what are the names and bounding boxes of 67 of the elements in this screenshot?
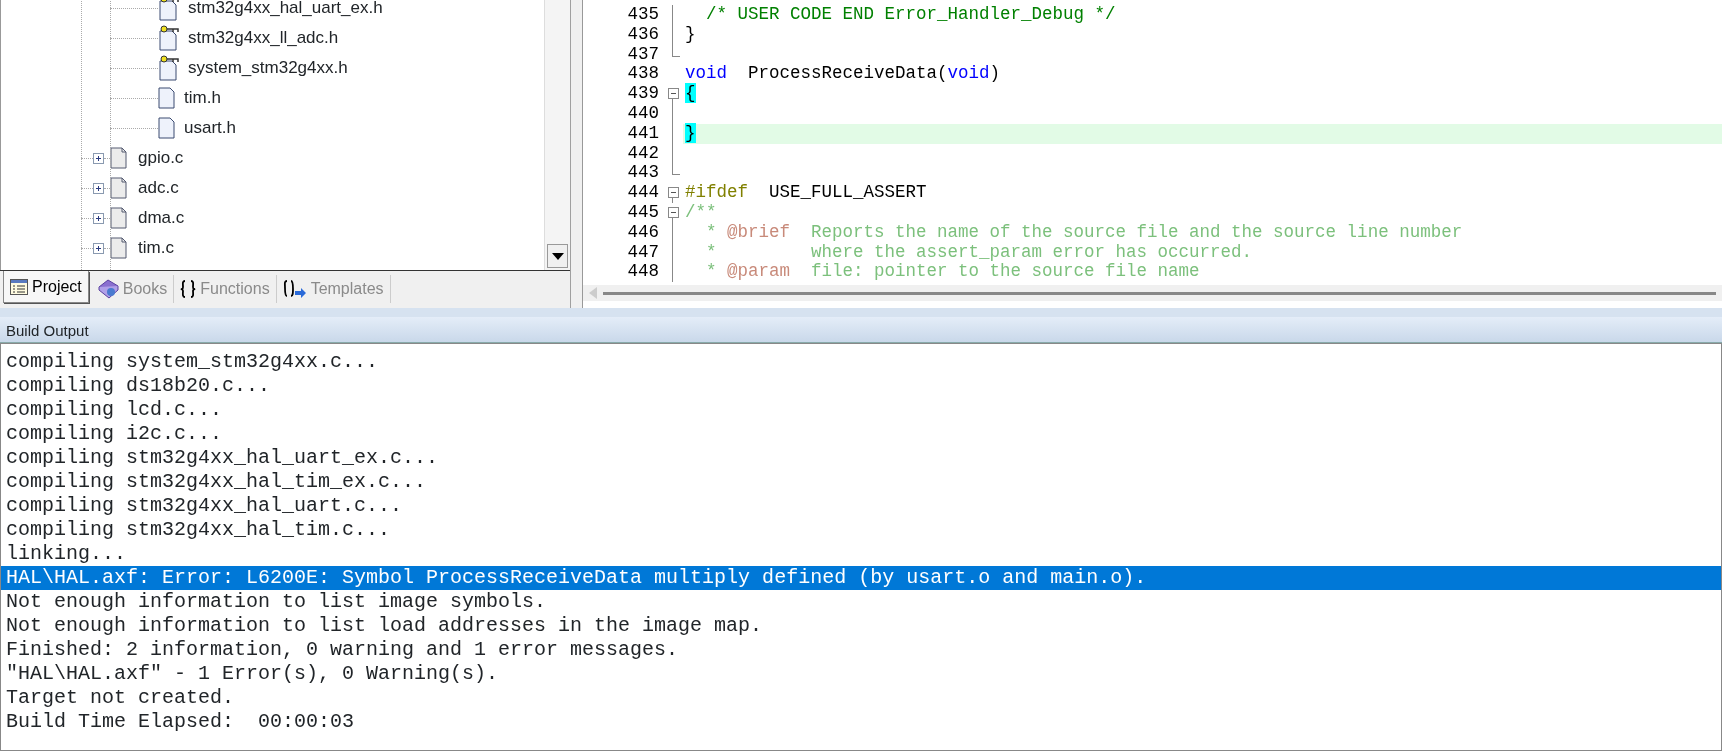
code-line: /** [684, 202, 718, 223]
output-line[interactable]: linking... [1, 542, 1721, 566]
expand-icon[interactable] [93, 242, 104, 254]
braces-icon [180, 280, 197, 298]
line-number: 437 [626, 44, 660, 65]
file-icon [110, 147, 128, 169]
line-number: 436 [626, 24, 660, 45]
tree-item[interactable]: stm32g4xx_hal_uart_ex.h [188, 0, 383, 21]
output-line[interactable]: compiling stm32g4xx_hal_tim_ex.c... [1, 470, 1721, 494]
project-icon [10, 278, 28, 295]
output-line[interactable]: Finished: 2 information, 0 warning and 1 error messages. [1, 638, 1721, 662]
panel-title: Build Output [0, 317, 1722, 343]
expand-icon[interactable] [93, 182, 104, 194]
line-number: 438 [626, 64, 660, 85]
output-line[interactable]: Build Time Elapsed: 00:00:03 [1, 710, 1721, 734]
line-number: 440 [626, 104, 660, 124]
template-icon [282, 280, 307, 298]
output-line[interactable]: Not enough information to list image symbols. [1, 590, 1721, 614]
line-number: 442 [626, 143, 660, 164]
caret-down-icon [551, 252, 564, 260]
output-line[interactable]: compiling ds18b20.c... [1, 374, 1721, 398]
fold-toggle-icon[interactable] [667, 187, 679, 199]
output-line[interactable]: "HAL\HAL.axf" - 1 Error(s), 0 Warning(s). [1, 662, 1721, 686]
tree-item[interactable]: system_stm32g4xx.h [188, 55, 348, 81]
output-line[interactable]: compiling stm32g4xx_hal_uart_ex.c... [1, 446, 1721, 470]
output-line[interactable]: compiling stm32g4xx_hal_tim.c... [1, 518, 1721, 542]
book-icon [96, 279, 119, 299]
line-number: 446 [626, 222, 660, 243]
tree-item[interactable]: usart.h [184, 115, 236, 141]
code-line: * @brief Reports the name of the source file and the source line number [705, 222, 1464, 243]
code-line: /* USER CODE END Error_Handler_Debug */ [705, 5, 1117, 25]
tree-item[interactable]: gpio.c [138, 145, 184, 171]
output-line[interactable]: Target not created. [1, 686, 1721, 710]
expand-icon[interactable] [93, 212, 104, 224]
tree-item[interactable]: stm32g4xx_ll_adc.h [188, 25, 339, 51]
line-number: 448 [626, 262, 660, 283]
tree-item[interactable]: tim.c [138, 235, 174, 261]
tree-item[interactable]: adc.c [138, 175, 179, 201]
fold-toggle-icon[interactable] [667, 88, 679, 100]
scroll-down-button[interactable] [547, 244, 568, 268]
line-number: 447 [626, 242, 660, 263]
code-line: void ProcessReceiveData(void) [684, 64, 1002, 85]
line-number: 444 [626, 183, 660, 203]
output-line[interactable]: Not enough information to list load addresses in the image map. [1, 614, 1721, 638]
line-number: 441 [626, 123, 660, 144]
scrollbar[interactable] [544, 0, 570, 270]
code-line: } [684, 24, 697, 45]
file-icon [110, 177, 128, 199]
tree-item[interactable]: tim.h [184, 85, 221, 111]
code-line: * where the assert_param error has occurred. [705, 242, 1254, 263]
line-number: 443 [626, 163, 660, 184]
tree-item[interactable]: dma.c [138, 205, 185, 231]
code-line: * @param file: pointer to the source file name [705, 262, 1201, 283]
fold-toggle-icon[interactable] [667, 206, 679, 218]
line-number: 435 [626, 5, 660, 25]
code-line: #ifdef USE_FULL_ASSERT [684, 183, 928, 203]
output-line[interactable]: compiling lcd.c... [1, 398, 1721, 422]
line-number: 445 [626, 202, 660, 223]
output-line[interactable]: compiling stm32g4xx_hal_uart.c... [1, 494, 1721, 518]
line-number: 439 [626, 84, 660, 104]
panel-tab[interactable]: Project [3, 271, 89, 303]
file-icon [110, 237, 128, 259]
output-line[interactable]: compiling system_stm32g4xx.c... [1, 350, 1721, 374]
expand-icon[interactable] [93, 152, 104, 164]
output-line[interactable]: compiling i2c.c... [1, 422, 1721, 446]
scrollbar[interactable] [583, 285, 1722, 301]
file-icon [110, 207, 128, 229]
